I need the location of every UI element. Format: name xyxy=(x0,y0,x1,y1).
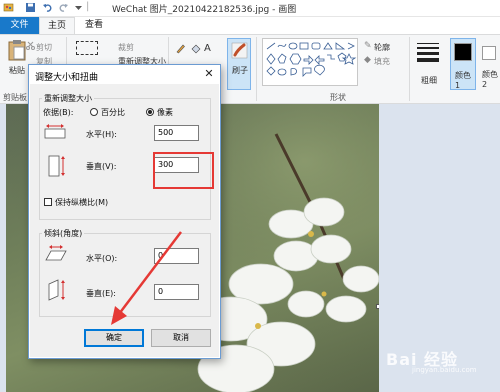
save-icon[interactable] xyxy=(25,2,36,13)
ok-button[interactable]: 确定 xyxy=(84,329,144,347)
size-button[interactable] xyxy=(417,41,439,63)
scissors-icon xyxy=(26,41,35,50)
resize-legend: 重新调整大小 xyxy=(42,93,94,104)
paste-icon[interactable] xyxy=(8,39,26,61)
color1-swatch xyxy=(454,43,472,61)
highlight-box xyxy=(153,152,214,189)
color1-button[interactable]: 颜色 1 xyxy=(450,38,476,90)
horizontal-skew-icon xyxy=(45,245,67,261)
crop-button[interactable]: 裁剪 xyxy=(118,42,134,53)
percent-label: 百分比 xyxy=(101,108,125,117)
shapes-group-label: 形状 xyxy=(330,93,346,102)
dialog-title: 调整大小和扭曲 xyxy=(35,73,99,83)
by-label: 依据(B): xyxy=(43,108,74,117)
outline-icon: ✎ xyxy=(364,41,372,51)
brush-icon xyxy=(231,42,248,59)
vertical-skew-icon xyxy=(48,279,65,301)
horizontal-resize-icon xyxy=(44,124,66,139)
color1-label: 颜色 1 xyxy=(455,71,471,90)
text-tool-icon[interactable]: A xyxy=(204,43,211,54)
pointer-arrow-icon xyxy=(111,231,182,325)
pencil-icon[interactable] xyxy=(175,43,186,54)
paint-app-icon xyxy=(3,3,14,12)
outline-dropdown[interactable]: 轮廓 xyxy=(374,42,390,53)
window-title: WeChat 图片_20210422182536.jpg - 画图 xyxy=(112,5,297,15)
color2-label: 颜色 2 xyxy=(482,70,498,89)
keep-ratio-checkbox[interactable] xyxy=(44,198,52,206)
select-icon[interactable] xyxy=(76,41,98,55)
cancel-button[interactable]: 取消 xyxy=(151,329,211,347)
ribbon-tabs: 文件 主页 查看 xyxy=(0,17,500,34)
shapes-gallery[interactable] xyxy=(262,38,358,86)
undo-icon[interactable] xyxy=(42,2,53,13)
close-icon[interactable]: ✕ xyxy=(201,67,217,81)
percent-radio[interactable] xyxy=(90,108,98,116)
pixels-label: 像素 xyxy=(157,108,173,117)
ribbon-separator xyxy=(256,37,257,101)
fill-shape-icon: ◆ xyxy=(364,55,371,65)
paste-button[interactable]: 粘贴 xyxy=(9,65,25,76)
shapes-grid xyxy=(266,42,357,77)
title-separator: | xyxy=(86,1,90,12)
horizontal-input[interactable]: 500 xyxy=(154,125,199,141)
redo-icon[interactable] xyxy=(58,2,69,13)
brushes-button[interactable]: 刷子 xyxy=(227,38,251,90)
ribbon-separator xyxy=(409,37,410,101)
color2-button[interactable]: 颜色 2 xyxy=(478,38,500,90)
skew-legend: 倾斜(角度) xyxy=(42,228,85,239)
fill-dropdown[interactable]: 填充 xyxy=(374,56,390,67)
tab-view[interactable]: 查看 xyxy=(77,17,111,34)
vertical-label: 垂直(V): xyxy=(86,162,117,171)
tab-file[interactable]: 文件 xyxy=(0,17,39,34)
clipboard-group-label: 剪贴板 xyxy=(3,93,27,102)
customize-qat-icon[interactable] xyxy=(73,2,84,13)
color2-swatch xyxy=(482,46,496,60)
horizontal-label: 水平(H): xyxy=(86,130,117,139)
fill-icon[interactable] xyxy=(190,43,201,54)
vertical-resize-icon xyxy=(48,155,65,177)
tab-home[interactable]: 主页 xyxy=(39,17,75,34)
keep-ratio-label: 保持纵横比(M) xyxy=(55,198,109,207)
watermark-url: jingyan.baidu.com xyxy=(412,366,477,374)
pixels-radio[interactable] xyxy=(146,108,154,116)
title-bar: | WeChat 图片_20210422182536.jpg - 画图 xyxy=(0,0,500,17)
cut-button[interactable]: 剪切 xyxy=(36,42,52,53)
size-label: 粗细 xyxy=(421,76,437,85)
brushes-label: 刷子 xyxy=(232,66,248,75)
resize-handle-right[interactable] xyxy=(376,304,379,309)
